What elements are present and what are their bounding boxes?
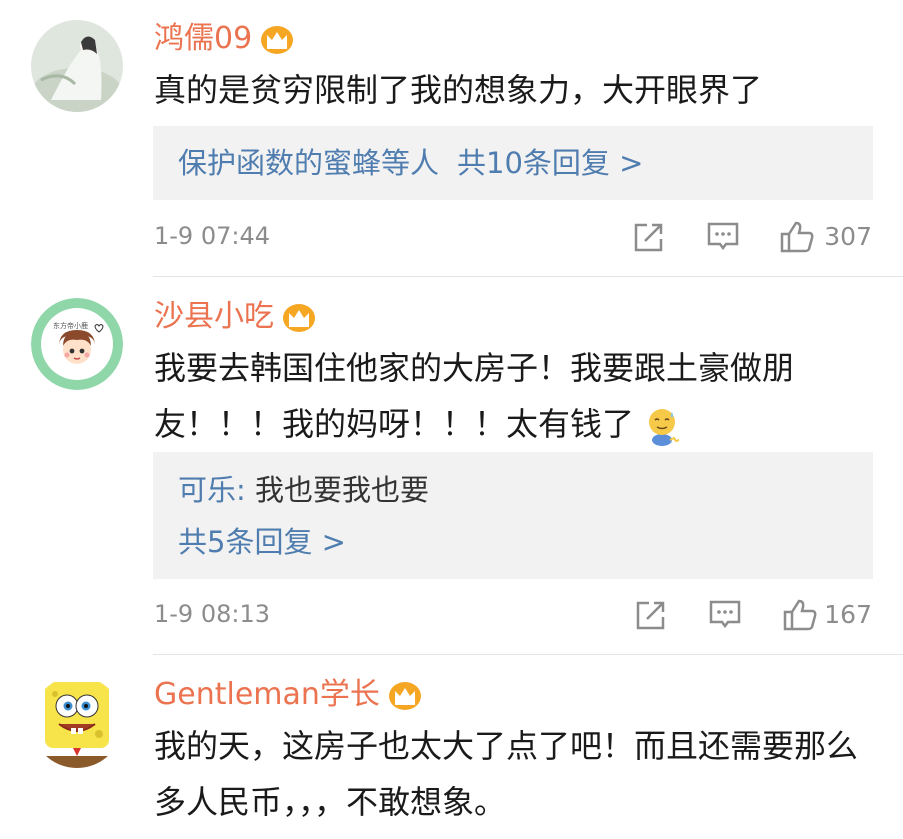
awkward-face-emoji	[649, 409, 680, 446]
comment-text: 我要去韩国住他家的大房子！我要跟土豪做朋 友！！！我的妈呀！！！太有钱了	[154, 340, 874, 452]
share-icon[interactable]	[632, 220, 666, 254]
username[interactable]: 沙县小吃	[154, 297, 316, 337]
svg-text:东方帝小鹿: 东方帝小鹿	[53, 321, 88, 330]
avatar-image	[31, 676, 123, 768]
reply-summary[interactable]: 保护函数的蜜蜂等人 共10条回复 >	[153, 126, 873, 200]
comment-feed: 鸿儒09 真的是贫穷限制了我的想象力，大开眼界了 保护函数的蜜蜂等人 共10条回复…	[0, 0, 903, 839]
comment-text-line: 我的天，这房子也太大了点了吧！而且还需要那么	[154, 727, 859, 765]
comment-icon[interactable]	[706, 220, 740, 254]
avatar[interactable]	[31, 676, 123, 768]
timestamp: 1-9 07:44	[154, 222, 270, 250]
reply-names-link[interactable]: 保护函数的蜜蜂等人	[178, 146, 439, 180]
username[interactable]: Gentleman学长	[154, 675, 422, 715]
avatar-image	[31, 20, 123, 112]
reply-author-link[interactable]: 可乐:	[178, 473, 246, 507]
comment-text-line: 友！！！我的妈呀！！！太有钱了	[154, 405, 635, 443]
like-count: 307	[824, 222, 872, 251]
divider	[153, 276, 903, 277]
comment-text-line: 多人民币，，，不敢想象。	[154, 783, 507, 821]
crown-icon	[283, 303, 315, 332]
comment-text-line: 我要去韩国住他家的大房子！我要跟土豪做朋	[154, 349, 795, 387]
avatar-image: 东方帝小鹿	[31, 298, 123, 390]
comment-icon[interactable]	[708, 598, 742, 632]
reply-preview[interactable]: 可乐: 我也要我也要 共5条回复 >	[153, 452, 873, 579]
reply-count-link[interactable]: 共5条回复 >	[178, 525, 346, 559]
thumbs-up-icon[interactable]	[782, 598, 818, 632]
avatar[interactable]	[31, 20, 123, 112]
reply-count-link[interactable]: 共10条回复 >	[457, 146, 643, 180]
share-icon[interactable]	[634, 598, 668, 632]
avatar[interactable]: 东方帝小鹿	[31, 298, 123, 390]
comment-text: 我的天，这房子也太大了点了吧！而且还需要那么 多人民币，，，不敢想象。	[154, 718, 874, 830]
reply-line: 共5条回复 >	[178, 516, 848, 568]
reply-content: 我也要我也要	[245, 473, 429, 507]
reply-line: 可乐: 我也要我也要	[178, 464, 848, 516]
comment-meta: 1-9 08:13 167	[154, 594, 872, 640]
username[interactable]: 鸿儒09	[154, 19, 294, 59]
crown-icon	[388, 681, 421, 710]
comment-text: 真的是贫穷限制了我的想象力，大开眼界了	[154, 71, 763, 109]
username-text[interactable]: Gentleman学长	[154, 677, 380, 712]
username-text[interactable]: 沙县小吃	[154, 299, 274, 334]
comment-text-line-wrap: 友！！！我的妈呀！！！太有钱了	[154, 396, 874, 452]
username-text[interactable]: 鸿儒09	[154, 21, 252, 56]
crown-icon	[261, 25, 294, 54]
comment-meta: 1-9 07:44 307	[154, 216, 872, 262]
thumbs-up-icon[interactable]	[779, 220, 815, 254]
timestamp: 1-9 08:13	[154, 600, 270, 628]
divider	[153, 654, 903, 655]
like-count: 167	[824, 600, 872, 629]
